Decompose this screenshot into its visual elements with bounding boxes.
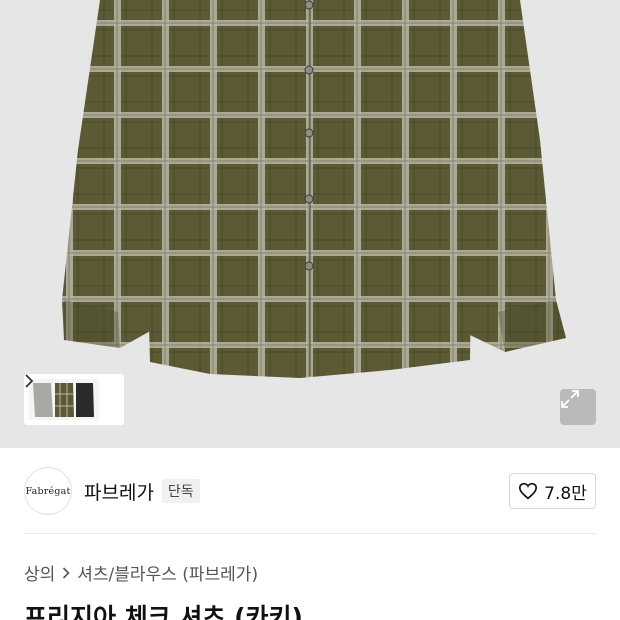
- brand-name[interactable]: 파브레가: [84, 478, 154, 505]
- divider: [24, 533, 596, 534]
- exclusive-badge: 단독: [161, 479, 200, 503]
- brand-logo-text: Fabrégat: [25, 485, 71, 497]
- color-thumbnails[interactable]: [24, 374, 124, 425]
- heart-icon: [519, 482, 538, 500]
- product-title: 프리지아 체크 셔츠 (카키): [24, 603, 303, 620]
- expand-icon[interactable]: [560, 389, 596, 425]
- breadcrumb: 상의 셔츠/블라우스 (파브레가): [24, 560, 258, 585]
- product-image[interactable]: [0, 0, 620, 448]
- like-button[interactable]: 7.8만: [509, 473, 596, 509]
- brand-logo[interactable]: Fabrégat: [24, 467, 72, 515]
- breadcrumb-subcategory[interactable]: 셔츠/블라우스 (파브레가): [77, 560, 258, 585]
- chevron-right-icon: [62, 566, 70, 579]
- like-count: 7.8만: [544, 483, 587, 504]
- thumbnail-image[interactable]: [29, 379, 99, 420]
- chevron-right-icon[interactable]: [25, 374, 119, 407]
- brand-row: Fabrégat 파브레가 단독 7.8만: [24, 467, 596, 515]
- breadcrumb-category[interactable]: 상의: [24, 560, 55, 585]
